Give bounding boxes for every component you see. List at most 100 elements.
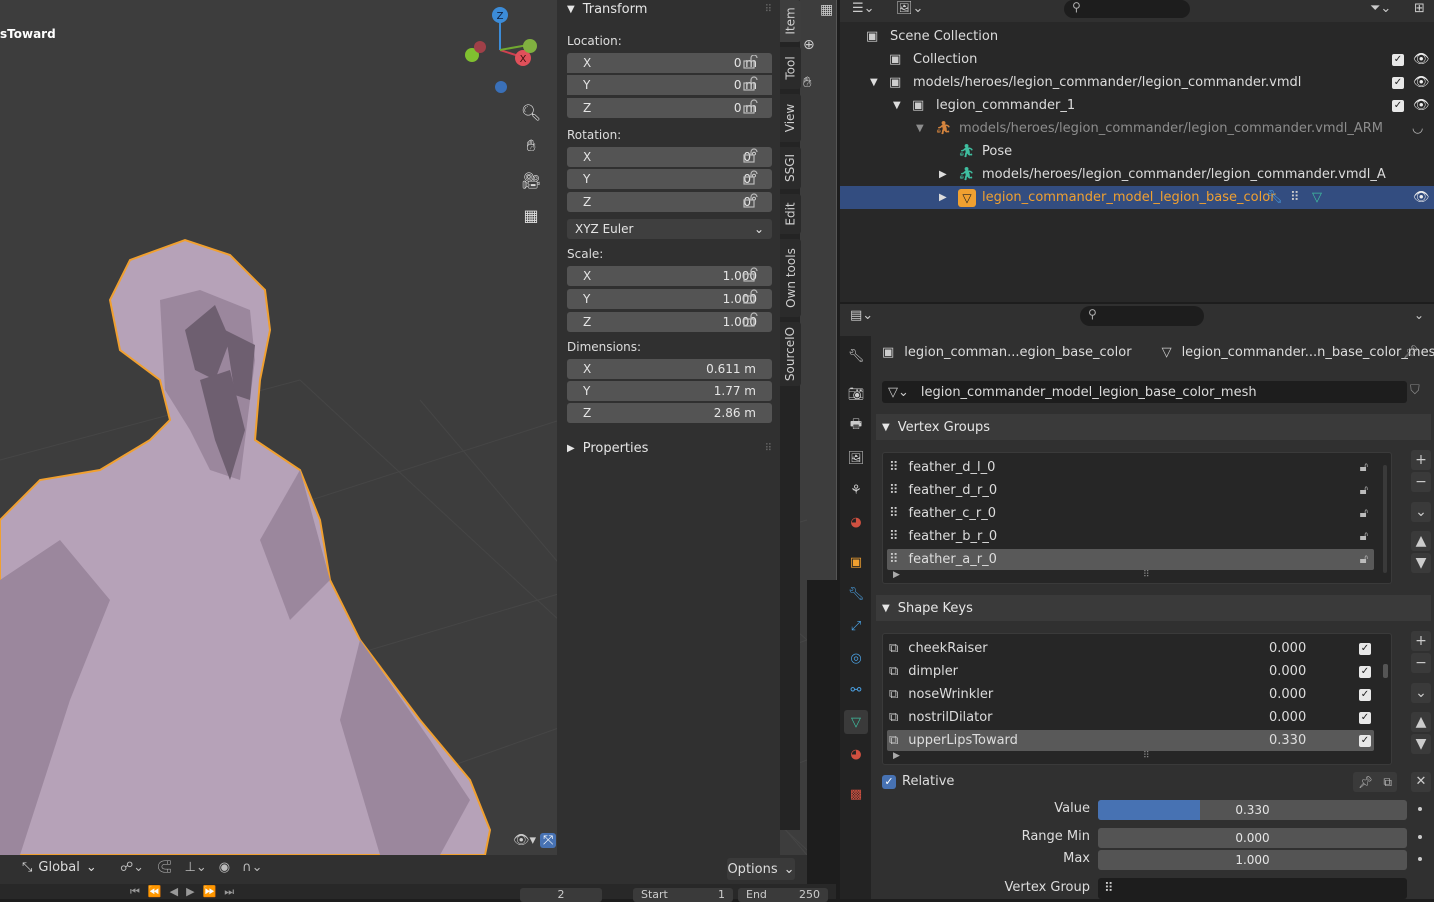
outliner-row-scene-collection[interactable]: ▣ Scene Collection — [840, 25, 1434, 48]
vertex-groups-icon[interactable]: ⠿ — [1290, 190, 1300, 205]
vertex-group-field[interactable]: ⠿ — [1098, 878, 1407, 899]
range-min-field[interactable]: 0.000 — [1098, 828, 1407, 848]
list-item[interactable]: ⠿ feather_d_r_0 🔓︎ — [887, 480, 1374, 501]
remove-vertex-group-button[interactable]: − — [1411, 472, 1431, 492]
outliner-editor-type-icon[interactable]: ☰⌄ — [852, 1, 875, 16]
hand-icon[interactable]: ✋︎ — [803, 73, 812, 91]
move-down-button[interactable]: ▼ — [1411, 734, 1431, 754]
mesh-data-tab-icon[interactable]: ▽ — [844, 710, 868, 734]
navigation-gizmo[interactable]: Z X — [460, 5, 540, 95]
list-item[interactable]: ⧉ noseWrinkler 0.000 ✓ — [887, 684, 1374, 705]
drag-handle-icon[interactable]: ⠿ — [765, 443, 772, 454]
tab-own-tools[interactable]: Own tools — [780, 239, 801, 317]
expand-arrow-icon[interactable]: ▼ — [870, 77, 878, 88]
vertex-groups-header[interactable]: ▼ Vertex Groups — [876, 414, 1431, 440]
constraints-tab-icon[interactable]: ⚯ — [844, 678, 868, 702]
list-item[interactable]: ⠿ feather_c_r_0 🔓︎ — [887, 503, 1374, 524]
texture-tab-icon[interactable]: ▩ — [844, 782, 868, 806]
filter-icon[interactable]: ⏷⌄ — [1370, 1, 1391, 16]
add-shape-key-button[interactable]: + — [1411, 631, 1431, 651]
object-tab-icon[interactable]: ▣ — [844, 550, 868, 574]
tab-tool[interactable]: Tool — [780, 47, 801, 89]
list-item[interactable]: ⧉ nostrilDilator 0.000 ✓ — [887, 707, 1374, 728]
output-tab-icon[interactable]: 🖶 — [844, 414, 868, 438]
options-dropdown[interactable]: Options ⌄ — [727, 858, 795, 880]
falloff-icon[interactable]: ∩⌄ — [242, 860, 262, 875]
fake-user-shield-icon[interactable]: ⛉ — [1410, 383, 1428, 401]
relative-toggle[interactable]: ✓ Relative — [882, 774, 954, 789]
shape-key-specials-button[interactable]: ⌄ — [1411, 683, 1431, 703]
outliner-row-vmdl-collection[interactable]: ▼ ▣ models/heroes/legion_commander/legio… — [840, 71, 1434, 94]
resize-handle-icon[interactable]: ⠿ — [1143, 570, 1150, 580]
pivot-point-icon[interactable]: ☍⌄ — [120, 860, 144, 875]
particles-tab-icon[interactable]: ⤢ — [844, 614, 868, 638]
value-slider[interactable]: 0.330 — [1098, 800, 1407, 820]
display-mode-icon[interactable]: 🖼︎⌄ — [896, 1, 923, 16]
world-tab-icon[interactable]: ◕ — [844, 510, 868, 534]
exclude-checkbox[interactable]: ✓ — [1392, 53, 1404, 66]
chevron-down-icon[interactable]: ⌄ — [1414, 308, 1424, 322]
expand-arrow-icon[interactable]: ▼ — [916, 123, 924, 134]
scene-tab-icon[interactable]: ⚘ — [844, 478, 868, 502]
outliner-row-legion-commander-1[interactable]: ▼ ▣ legion_commander_1 ✓ 👁︎ — [840, 94, 1434, 117]
pan-hand-icon[interactable]: ✋︎ — [517, 132, 545, 160]
list-item[interactable]: ⠿ feather_a_r_0 🔓︎ — [887, 549, 1374, 570]
outliner-row-armature[interactable]: ▼ ⛹︎ models/heroes/legion_commander/legi… — [840, 117, 1434, 140]
tab-sourceio[interactable]: SourceIO — [780, 322, 801, 386]
properties-editor-type-icon[interactable]: ▤⌄ — [850, 308, 873, 323]
mesh-datablock-field[interactable]: ▽⌄ legion_commander_model_legion_base_co… — [882, 381, 1407, 403]
move-up-button[interactable]: ▲ — [1411, 531, 1431, 551]
eye-icon[interactable]: 👁︎ — [1413, 190, 1430, 205]
outliner-row-armature-data[interactable]: ▶ ⛹︎ models/heroes/legion_commander/legi… — [840, 163, 1434, 186]
visibility-eye-icon[interactable]: 👁︎▾ — [513, 833, 536, 848]
snap-target-icon[interactable]: ⊥⌄ — [185, 860, 207, 875]
material-tab-icon[interactable]: ◕ — [844, 742, 868, 766]
view-layer-tab-icon[interactable]: 🖼︎ — [844, 446, 868, 470]
end-frame-field[interactable]: End 250 — [738, 888, 828, 902]
expand-arrow-icon[interactable]: ▼ — [893, 100, 901, 111]
playback-controls[interactable]: ⏮ ⏪ ◀ ▶ ⏩ ⏭ — [130, 885, 234, 899]
proportional-edit-icon[interactable]: ◉ — [219, 860, 230, 875]
remove-shape-key-button[interactable]: − — [1411, 653, 1431, 673]
tab-item[interactable]: Item — [780, 0, 801, 42]
resize-handle-icon[interactable]: ⠿ — [1143, 751, 1150, 761]
properties-search-input[interactable]: ⚲ — [1080, 306, 1204, 326]
breadcrumb-object[interactable]: legion_comman...egion_base_color — [904, 345, 1131, 360]
modifier-tab-icon[interactable]: 🔧︎ — [844, 582, 868, 606]
dimensions-x-field[interactable]: X 0.611 m — [567, 359, 772, 379]
filter-expand-icon[interactable]: ▶ — [893, 570, 900, 580]
list-item[interactable]: ⠿ feather_d_l_0 🔓︎ — [887, 457, 1374, 478]
tab-ssgi[interactable]: SSGI — [780, 147, 801, 189]
current-frame-field[interactable]: 2 — [520, 888, 602, 902]
zoom-icon[interactable]: 🔍︎ — [517, 98, 545, 126]
transform-panel-header[interactable]: ▼ Transform ⠿ — [557, 0, 780, 18]
list-scrollbar[interactable] — [1383, 465, 1387, 573]
add-plus-icon[interactable]: ⊕ — [803, 37, 815, 53]
eye-icon[interactable]: 👁︎ — [1413, 75, 1430, 90]
outliner-row-collection[interactable]: ▣ Collection ✓ 👁︎ — [840, 48, 1434, 71]
vertex-group-specials-button[interactable]: ⌄ — [1411, 502, 1431, 522]
clear-weights-button[interactable]: ✕ — [1411, 772, 1431, 792]
camera-view-icon[interactable]: 🎥︎ — [517, 166, 545, 194]
editor-type-icon[interactable]: ▦ — [820, 2, 833, 18]
list-scrollbar[interactable] — [1383, 664, 1388, 678]
tab-edit[interactable]: Edit — [780, 194, 801, 234]
render-tab-icon[interactable]: 📷︎ — [844, 382, 868, 406]
outliner-search-input[interactable]: ⚲ — [1064, 0, 1190, 18]
eye-icon[interactable]: 👁︎ — [1413, 98, 1430, 113]
tab-view[interactable]: View — [780, 94, 801, 142]
properties-panel-header[interactable]: ▶ Properties ⠿ — [557, 437, 780, 459]
hidden-eye-icon[interactable]: ◡ — [1412, 121, 1423, 136]
breadcrumb-mesh[interactable]: legion_commander...n_base_color_mesh — [1182, 345, 1434, 360]
gizmo-toggle-icon[interactable]: ⤧ — [540, 832, 557, 848]
dimensions-z-field[interactable]: Z 2.86 m — [567, 403, 772, 423]
filter-expand-icon[interactable]: ▶ — [893, 751, 900, 761]
mesh-data-icon[interactable]: ▽ — [1312, 190, 1322, 205]
ortho-grid-icon[interactable]: ▦ — [517, 201, 545, 229]
start-frame-field[interactable]: Start 1 — [633, 888, 733, 902]
physics-tab-icon[interactable]: ◎ — [844, 646, 868, 670]
tool-tab-icon[interactable]: 🔧︎ — [844, 344, 868, 368]
shape-keys-header[interactable]: ▼ Shape Keys — [876, 595, 1431, 621]
keyframe-dot-icon[interactable] — [1418, 807, 1422, 811]
range-max-field[interactable]: 1.000 — [1098, 850, 1407, 870]
